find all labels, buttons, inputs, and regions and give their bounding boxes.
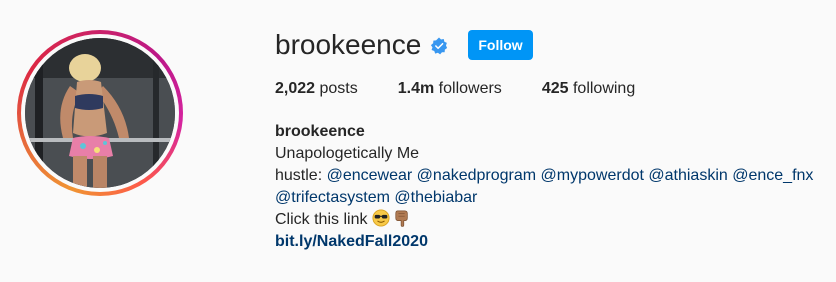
profile-stats: 2,022 posts 1.4m followers 425 following: [275, 79, 675, 99]
bio-line-mentions: @trifectasystem @thebiabar: [275, 187, 835, 209]
avatar-image: [25, 38, 175, 188]
followers-stat[interactable]: 1.4m followers: [398, 79, 502, 99]
profile-bio: brookeence Unapologetically Me hustle: @…: [275, 121, 835, 253]
mention-link[interactable]: @trifectasystem: [275, 189, 390, 206]
posts-label: posts: [319, 80, 358, 97]
bio-name: brookeence: [275, 123, 365, 140]
bio-line-link: bit.ly/NakedFall2020: [275, 231, 835, 253]
posts-stat: 2,022 posts: [275, 79, 358, 99]
sunglasses-emoji-icon: [372, 209, 390, 227]
click-text: Click this link: [275, 211, 372, 228]
bio-line-tagline: Unapologetically Me: [275, 145, 420, 162]
profile-username: brookeence: [275, 29, 422, 60]
bio-line-hustle: hustle: @encewear @nakedprogram @mypower…: [275, 165, 835, 187]
following-stat[interactable]: 425 following: [542, 79, 635, 99]
followers-label: followers: [438, 80, 502, 97]
mention-link[interactable]: @ence_fnx: [732, 167, 813, 184]
following-label: following: [572, 80, 636, 97]
mention-link[interactable]: @nakedprogram: [417, 167, 536, 184]
profile-avatar[interactable]: [17, 30, 183, 196]
avatar-photo-icon: [25, 38, 175, 188]
follow-button[interactable]: Follow: [468, 30, 533, 60]
following-count: 425: [541, 80, 569, 97]
bio-external-link[interactable]: bit.ly/NakedFall2020: [275, 233, 428, 250]
profile-header: brookeence Follow: [275, 28, 533, 62]
point-down-emoji-icon: [395, 210, 409, 227]
mention-link[interactable]: @encewear: [327, 167, 413, 184]
hustle-prefix: hustle:: [275, 167, 327, 184]
posts-count: 2,022: [275, 80, 316, 97]
mention-link[interactable]: @thebiabar: [394, 189, 477, 206]
mention-link[interactable]: @mypowerdot: [541, 167, 644, 184]
bio-line-click: Click this link: [275, 209, 835, 231]
mention-link[interactable]: @athiaskin: [648, 167, 727, 184]
verified-badge-icon: [431, 37, 448, 55]
followers-count: 1.4m: [397, 80, 435, 97]
avatar-gap: [21, 34, 179, 192]
